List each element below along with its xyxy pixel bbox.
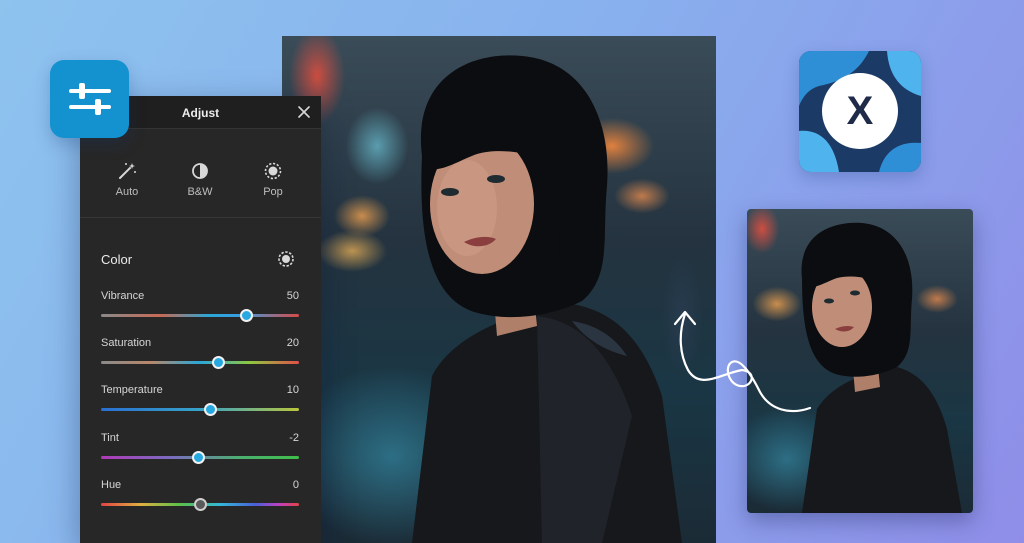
magic-wand-icon [119, 163, 136, 179]
slider-saturation: Saturation 20 [101, 337, 299, 369]
slider-thumb[interactable] [194, 498, 207, 511]
slider-value: 50 [286, 290, 299, 302]
woman-figure [412, 55, 682, 543]
main-photo [282, 36, 716, 543]
contrast-icon [192, 163, 208, 179]
color-settings-button[interactable] [277, 250, 295, 268]
slider-value: 0 [292, 479, 299, 491]
slider-vibrance: Vibrance 50 [101, 290, 299, 322]
sun-icon [264, 162, 282, 180]
adjust-panel: Adjust Auto B&W Pop Color Vibrance 50 Sa… [80, 96, 321, 543]
slider-label: Tint [101, 432, 119, 444]
slider-label: Temperature [101, 384, 163, 396]
slider-value: 10 [286, 384, 299, 396]
gear-icon [278, 251, 294, 267]
slider-value: -2 [289, 432, 299, 444]
preset-auto-label: Auto [115, 186, 139, 198]
color-section-title: Color [101, 252, 133, 267]
close-icon [298, 106, 310, 118]
preset-pop-button[interactable]: Pop [243, 160, 303, 198]
slider-track[interactable] [101, 408, 299, 411]
slider-hue: Hue 0 [101, 479, 299, 511]
slider-label: Saturation [101, 337, 152, 349]
preset-bw-label: B&W [187, 186, 213, 198]
slider-value: 20 [286, 337, 299, 349]
slider-thumb[interactable] [239, 309, 253, 322]
preset-auto-button[interactable]: Auto [97, 160, 157, 198]
x-app-letter: X [846, 89, 874, 133]
slider-thumb[interactable] [192, 451, 206, 464]
sliders-icon [68, 83, 111, 115]
slider-thumb[interactable] [211, 356, 225, 369]
slider-label: Vibrance [101, 290, 145, 302]
preset-bw-button[interactable]: B&W [170, 160, 230, 198]
close-button[interactable] [295, 103, 313, 121]
transform-arrow-icon [673, 310, 812, 413]
adjust-app-icon[interactable] [50, 60, 129, 138]
slider-track[interactable] [101, 361, 299, 364]
slider-temperature: Temperature 10 [101, 384, 299, 416]
preset-pop-label: Pop [263, 186, 283, 198]
slider-tint: Tint -2 [101, 432, 299, 464]
slider-track[interactable] [101, 314, 299, 317]
slider-label: Hue [101, 479, 122, 491]
x-app-icon[interactable]: X [799, 51, 921, 172]
slider-thumb[interactable] [203, 403, 217, 416]
preset-row: Auto B&W Pop [80, 130, 321, 218]
